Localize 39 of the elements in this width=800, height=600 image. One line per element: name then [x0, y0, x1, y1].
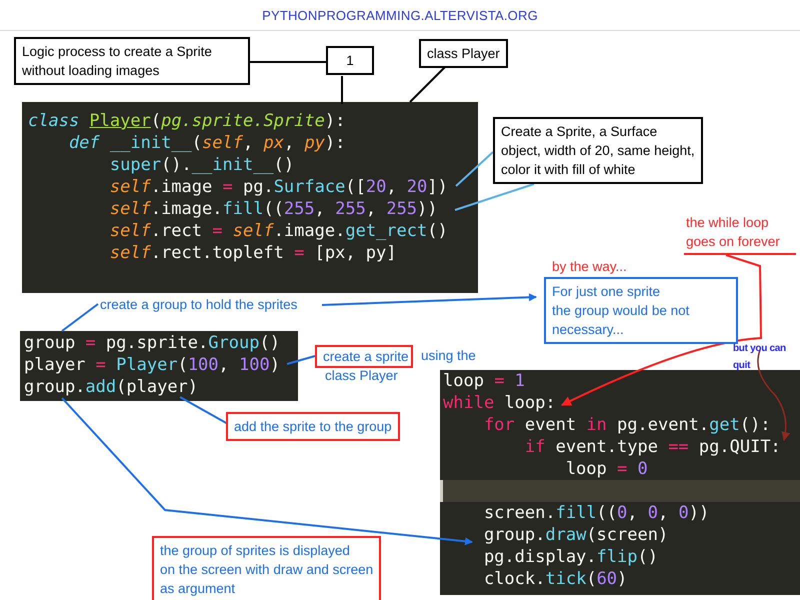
code-line: player = Player(100, 100) — [23, 354, 281, 376]
leader-line — [409, 66, 446, 103]
annotation-text: but you can quit — [733, 342, 786, 373]
code-line: loop = 1 — [442, 370, 526, 392]
annotation-box: Create a Sprite, a Surface object, width of 20, same height, color it with fill of white — [493, 117, 703, 184]
annotation-box: Logic process to create a Sprite without loading images — [14, 37, 250, 85]
code-line: group = pg.sprite.Group() — [23, 332, 281, 354]
code-line: self.image = pg.Surface([20, 20]) — [108, 176, 449, 198]
code-line: super().__init__() — [108, 154, 296, 176]
code-line: self.rect = self.image.get_rect() — [108, 220, 449, 242]
code-line: def __init__(self, px, py): — [68, 132, 346, 154]
annotation-box: create a sprite — [315, 345, 413, 368]
annotation-text: create a group to hold the sprites — [100, 296, 298, 314]
annotation-box: 1 — [326, 46, 374, 75]
annotation-text: the while loop goes on forever — [686, 214, 780, 251]
code-line: loop = 0 — [564, 458, 649, 480]
code-line: clock.tick(60) — [482, 568, 628, 590]
leader-line — [341, 76, 343, 104]
annotation-box: For just one sprite the group would be not necessary... — [544, 277, 738, 344]
code-line: self.rect.topleft = [px, py] — [108, 242, 398, 264]
annotation-text: class Player — [325, 367, 398, 385]
annotation-box: add the sprite to the group — [226, 412, 400, 441]
annotation-box: class Player — [419, 39, 508, 68]
site-address: PYTHONPROGRAMMING.ALTERVISTA.ORG — [262, 8, 538, 25]
annotation-text: by the way... — [552, 258, 627, 276]
code-line: for event in pg.event.get(): — [482, 414, 772, 436]
annotation-text: using the — [421, 347, 476, 365]
code-line: class Player(pg.sprite.Sprite): — [27, 110, 346, 132]
code-line: group.add(player) — [23, 376, 200, 398]
code-line: while loop: — [442, 392, 557, 414]
leader-line — [286, 355, 316, 365]
code-line: group.draw(screen) — [482, 524, 670, 546]
code-line: pg.display.flip() — [482, 546, 659, 568]
annotation-box: the group of sprites is displayed on the screen with draw and screen as argument — [152, 536, 382, 600]
leader-line — [61, 303, 99, 332]
code-line: screen.fill((0, 0, 0)) — [482, 502, 710, 524]
code-line: self.image.fill((255, 255, 255)) — [108, 198, 439, 220]
leader-line — [180, 396, 228, 425]
code-line: if event.type == pg.QUIT: — [524, 436, 782, 458]
